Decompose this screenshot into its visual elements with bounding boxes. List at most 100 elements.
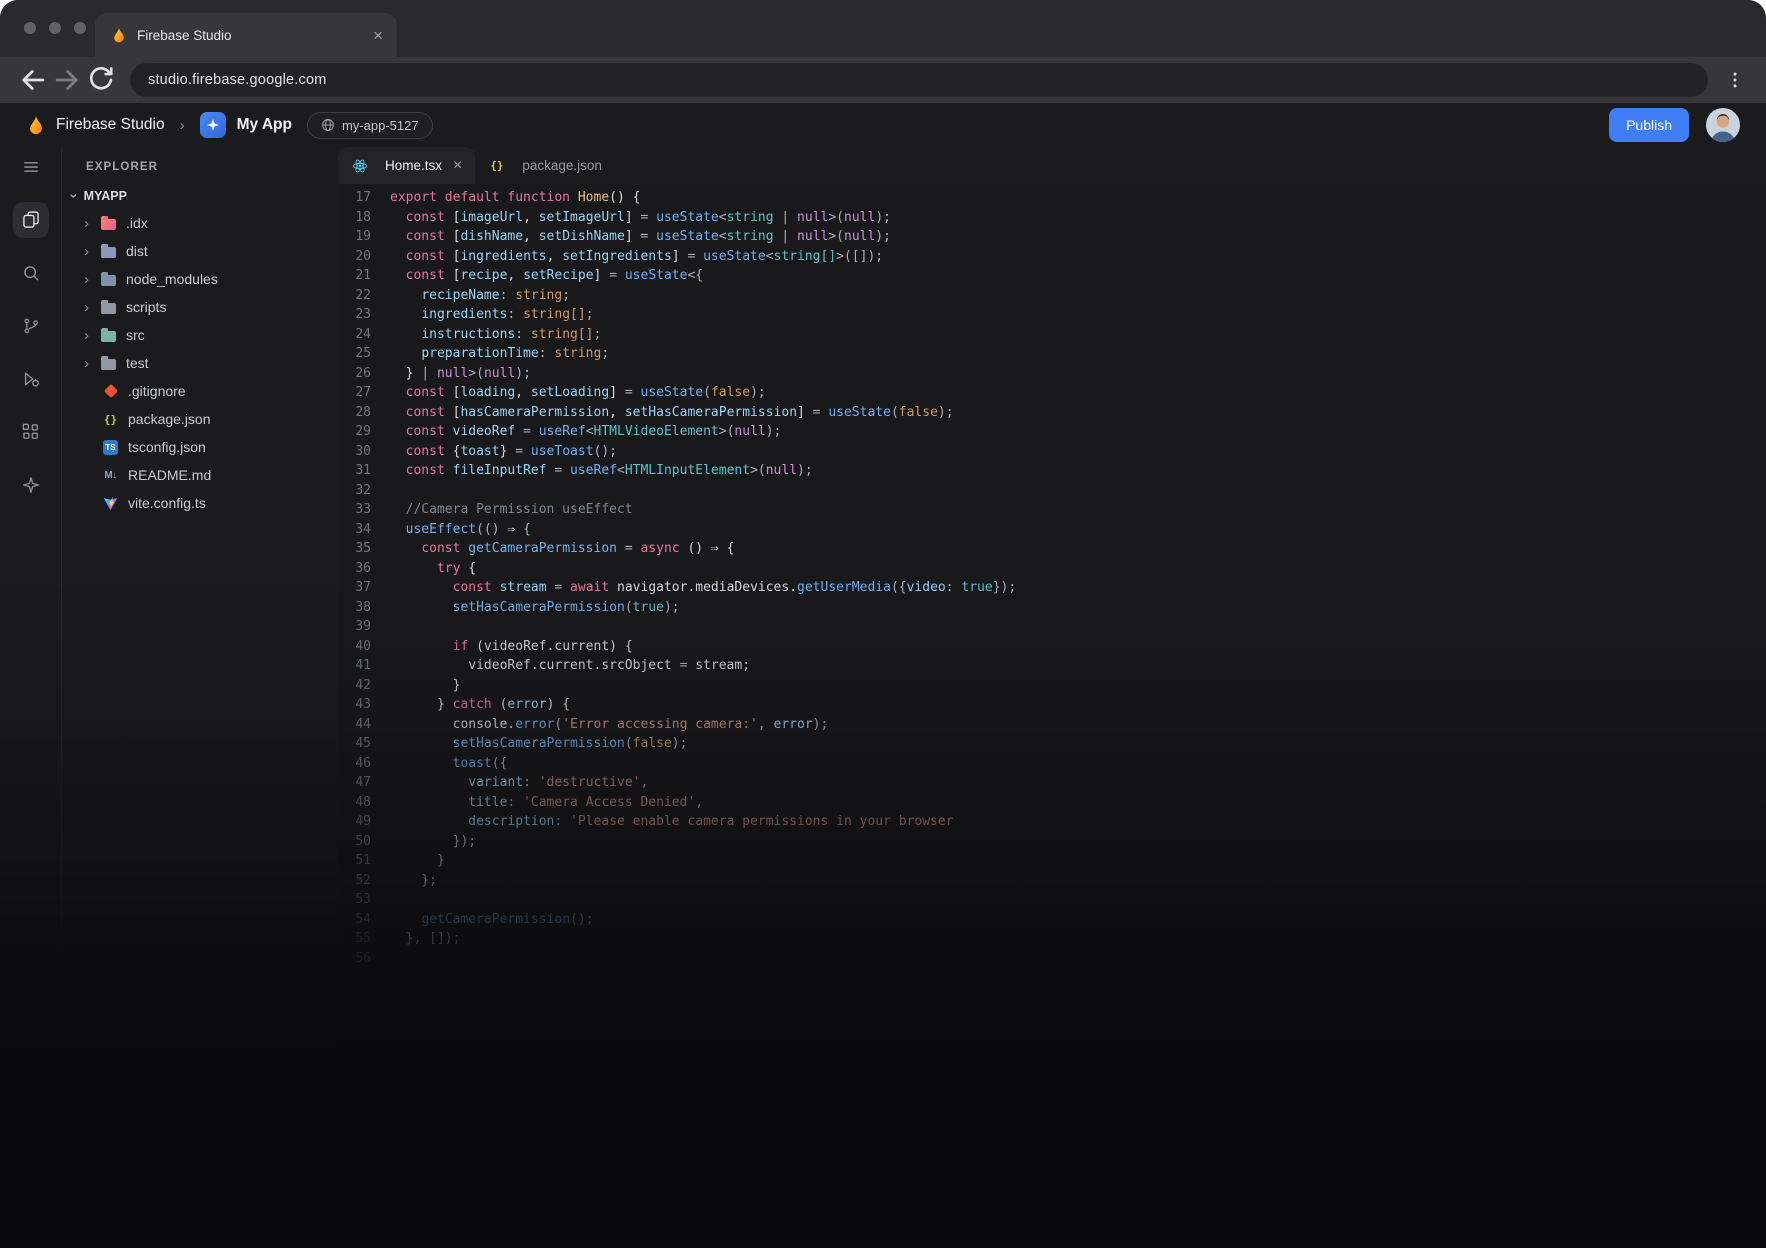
tab-close-icon[interactable]: ×: [373, 27, 383, 44]
tree-root-myapp[interactable]: › MYAPP: [62, 183, 338, 209]
firebase-logo-icon: [26, 113, 46, 137]
tree-item-label: tsconfig.json: [128, 439, 206, 455]
code-line-text: [371, 617, 390, 637]
activity-menu-icon[interactable]: [13, 149, 49, 185]
line-number: 47: [338, 773, 371, 793]
tree-item-readme-md[interactable]: M↓ README.md: [62, 461, 338, 489]
browser-tab-title: Firebase Studio: [137, 28, 363, 43]
tree-item-label: node_modules: [126, 271, 218, 287]
browser-menu-icon[interactable]: [1720, 63, 1750, 97]
tree-item-gitignore[interactable]: .gitignore: [62, 377, 338, 405]
code-line-text: const [ingredients, setIngredients] = us…: [371, 247, 883, 267]
activity-extensions-icon[interactable]: [13, 414, 49, 450]
close-icon[interactable]: ×: [453, 158, 462, 174]
code-line-text: } catch (error) {: [371, 695, 570, 715]
line-number: 27: [338, 383, 371, 403]
code-line-text: description: 'Please enable camera permi…: [371, 812, 954, 832]
code-line: 52 };: [338, 871, 1766, 891]
forward-button[interactable]: [50, 63, 84, 97]
line-number: 21: [338, 266, 371, 286]
line-number: 23: [338, 305, 371, 325]
chevron-right-icon: ›: [84, 244, 100, 259]
activity-search-icon[interactable]: [13, 255, 49, 291]
activity-bar: [0, 147, 62, 1248]
line-number: 45: [338, 734, 371, 754]
line-number: 20: [338, 247, 371, 267]
git-icon: [102, 383, 119, 399]
code-line-text: setHasCameraPermission(false);: [371, 734, 687, 754]
line-number: 30: [338, 442, 371, 462]
code-line: 41 videoRef.current.srcObject = stream;: [338, 656, 1766, 676]
tree-item-package-json[interactable]: {}package.json: [62, 405, 338, 433]
avatar[interactable]: [1706, 108, 1740, 142]
markdown-icon: M↓: [102, 467, 119, 483]
back-button[interactable]: [16, 63, 50, 97]
code-line-text: const getCameraPermission = async () ⇒ {: [371, 539, 734, 559]
line-number: 55: [338, 929, 371, 949]
line-number: 17: [338, 188, 371, 208]
code-line-text: });: [371, 832, 476, 852]
code-line: 30 const {toast} = useToast();: [338, 442, 1766, 462]
code-line-text: const {toast} = useToast();: [371, 442, 617, 462]
tree-item-label: README.md: [128, 467, 211, 483]
tree-item-tsconfig-json[interactable]: TS tsconfig.json: [62, 433, 338, 461]
tree-item-label: dist: [126, 243, 148, 259]
workspace-badge[interactable]: my-app-5127: [307, 112, 433, 139]
window-minimize-button[interactable]: [49, 22, 61, 34]
code-line: 19 const [dishName, setDishName] = useSt…: [338, 227, 1766, 247]
code-line-text: instructions: string[];: [371, 325, 601, 345]
chevron-right-icon: ›: [84, 300, 100, 315]
folder-icon: [100, 271, 117, 287]
code-line-text: export default function Home() {: [371, 188, 640, 208]
line-number: 40: [338, 637, 371, 657]
code-line-text: //Camera Permission useEffect: [371, 500, 633, 520]
editor-tab-package-json[interactable]: {}package.json: [475, 147, 615, 184]
line-number: 35: [338, 539, 371, 559]
code-line-text: const [loading, setLoading] = useState(f…: [371, 383, 766, 403]
tree-item-node-modules[interactable]: › node_modules: [62, 265, 338, 293]
code-line: 29 const videoRef = useRef<HTMLVideoElem…: [338, 422, 1766, 442]
braces-icon: {}: [488, 158, 505, 174]
line-number: 44: [338, 715, 371, 735]
url-bar[interactable]: studio.firebase.google.com: [130, 63, 1708, 97]
editor-tab-bar: Home.tsx×{}package.json: [338, 147, 1766, 184]
code-line: 34 useEffect(() ⇒ {: [338, 520, 1766, 540]
brand-title: Firebase Studio: [56, 116, 165, 134]
code-line: 45 setHasCameraPermission(false);: [338, 734, 1766, 754]
code-content: 17export default function Home() {18 con…: [338, 188, 1766, 968]
activity-files-icon[interactable]: [13, 202, 49, 238]
editor-tab-home-tsx[interactable]: Home.tsx×: [338, 147, 475, 184]
code-line-text: const [hasCameraPermission, setHasCamera…: [371, 403, 954, 423]
chevron-right-icon: ›: [84, 272, 100, 287]
browser-window: Firebase Studio × studio.firebase.google…: [0, 0, 1766, 1248]
reload-button[interactable]: [84, 63, 118, 97]
tree-item-dist[interactable]: › dist: [62, 237, 338, 265]
code-line: 40 if (videoRef.current) {: [338, 637, 1766, 657]
activity-ai-sparkle-icon[interactable]: [13, 467, 49, 503]
browser-tab[interactable]: Firebase Studio ×: [95, 13, 397, 57]
vite-icon: [102, 495, 119, 511]
activity-source-control-icon[interactable]: [13, 308, 49, 344]
explorer-tree: ›.idx › dist › node_modules ›scripts›src›test…: [62, 209, 338, 517]
ts-icon: TS: [102, 439, 119, 455]
breadcrumb-chevron-icon: ›: [180, 117, 185, 134]
code-line: 31 const fileInputRef = useRef<HTMLInput…: [338, 461, 1766, 481]
activity-run-debug-icon[interactable]: [13, 361, 49, 397]
tree-item-idx[interactable]: ›.idx: [62, 209, 338, 237]
line-number: 26: [338, 364, 371, 384]
line-number: 54: [338, 910, 371, 930]
code-line-text: }, []);: [371, 929, 460, 949]
tree-item-vite-config-ts[interactable]: vite.config.ts: [62, 489, 338, 517]
code-editor[interactable]: 17export default function Home() {18 con…: [338, 184, 1766, 1248]
react-icon: [351, 158, 368, 174]
window-zoom-button[interactable]: [74, 22, 86, 34]
code-line: 42 }: [338, 676, 1766, 696]
window-close-button[interactable]: [24, 22, 36, 34]
code-line: 43 } catch (error) {: [338, 695, 1766, 715]
code-line: 44 console.error('Error accessing camera…: [338, 715, 1766, 735]
tree-item-test[interactable]: ›test: [62, 349, 338, 377]
publish-button[interactable]: Publish: [1609, 108, 1689, 142]
tree-item-src[interactable]: ›src: [62, 321, 338, 349]
tree-item-scripts[interactable]: ›scripts: [62, 293, 338, 321]
code-line: 46 toast({: [338, 754, 1766, 774]
